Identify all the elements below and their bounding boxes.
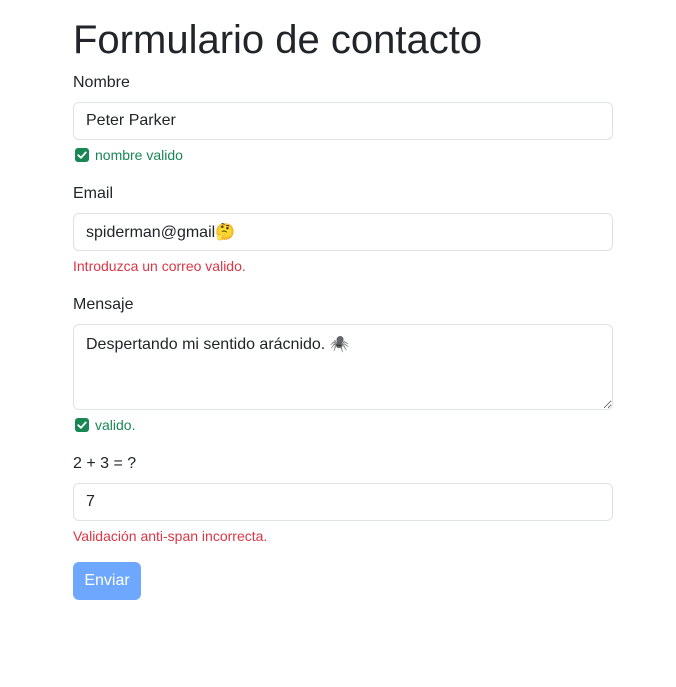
enviar-button[interactable]: Enviar <box>73 562 141 600</box>
mensaje-feedback: valido. <box>73 416 135 434</box>
check-square-icon <box>75 418 89 432</box>
email-input[interactable] <box>73 213 613 251</box>
nombre-feedback: nombre valido <box>73 146 183 164</box>
page-title: Formulario de contacto <box>73 18 483 62</box>
nombre-feedback-text: nombre valido <box>95 147 183 163</box>
nombre-label: Nombre <box>73 74 130 91</box>
nombre-input[interactable] <box>73 102 613 140</box>
mensaje-label: Mensaje <box>73 296 134 313</box>
mensaje-textarea[interactable]: Despertando mi sentido arácnido. 🕷️ <box>73 324 613 410</box>
captcha-label: 2 + 3 = ? <box>73 455 137 472</box>
mensaje-feedback-text: valido. <box>95 417 136 433</box>
email-label: Email <box>73 185 114 202</box>
check-square-icon <box>75 148 89 162</box>
captcha-feedback: Validación anti-span incorrecta. <box>73 528 268 544</box>
captcha-input[interactable] <box>73 483 613 521</box>
email-feedback: Introduzca un correo valido. <box>73 258 246 274</box>
